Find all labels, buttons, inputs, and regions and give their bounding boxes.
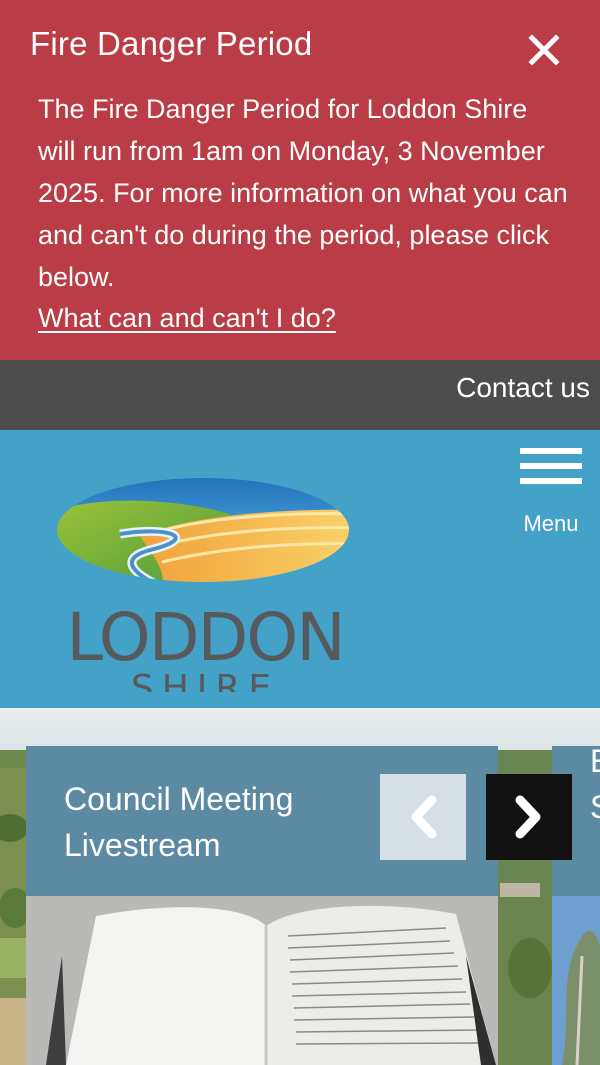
alert-message: The Fire Danger Period for Loddon Shire … (38, 94, 568, 292)
next-slide-peek-text: E S (590, 738, 600, 830)
hamburger-icon (520, 448, 582, 493)
slider-next-button[interactable] (486, 774, 572, 860)
site-header: LODDON SHIRE Menu (0, 430, 600, 709)
hero-slider: Council Meeting Livestream E S (0, 708, 600, 1065)
logo-subtext: SHIRE (131, 668, 279, 692)
slider-prev-button[interactable] (380, 774, 466, 860)
fire-danger-alert: Fire Danger Period The Fire Danger Perio… (0, 0, 600, 360)
chevron-right-icon (515, 795, 541, 839)
menu-button[interactable]: Menu (516, 448, 586, 536)
alert-title: Fire Danger Period (30, 25, 313, 62)
slide-image-open-book[interactable] (26, 896, 498, 1065)
logo-wordmark: LODDON (66, 599, 343, 676)
alert-info-link[interactable]: What can and can't I do? (38, 297, 336, 339)
menu-label: Menu (523, 511, 579, 536)
contact-us-link[interactable]: Contact us (456, 360, 590, 430)
slide-title[interactable]: Council Meeting Livestream (64, 776, 364, 868)
close-icon[interactable] (524, 30, 564, 70)
loddon-shire-logo[interactable]: LODDON SHIRE (50, 452, 360, 709)
utility-bar: Contact us (0, 360, 600, 430)
next-slide-image[interactable] (552, 896, 600, 1065)
chevron-left-icon (411, 795, 437, 839)
